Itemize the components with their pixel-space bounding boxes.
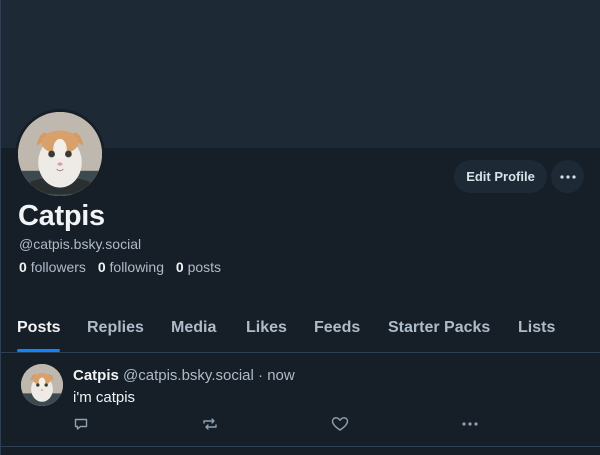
profile-handle[interactable]: @catpis.bsky.social xyxy=(19,236,141,252)
edit-profile-button[interactable]: Edit Profile xyxy=(454,160,547,193)
following-count: 0 xyxy=(97,259,106,275)
like-icon xyxy=(331,417,349,431)
reply-icon xyxy=(74,418,88,430)
post-text: i'm catpis xyxy=(73,389,136,406)
posts-count: 0 xyxy=(175,259,184,275)
post-header: Catpis @catpis.bsky.social · now xyxy=(73,367,295,384)
profile-stats: 0 followers 0 following 0 posts xyxy=(19,259,229,275)
profile-avatar[interactable] xyxy=(15,109,105,199)
post-separator: · xyxy=(258,367,264,384)
like-button[interactable] xyxy=(331,416,349,432)
cat-photo xyxy=(18,112,102,196)
posts-label: posts xyxy=(187,259,222,275)
followers-label: followers xyxy=(30,259,86,275)
posts-stat: 0 posts xyxy=(176,259,221,275)
post-more-button[interactable] xyxy=(461,416,479,432)
profile-more-button[interactable] xyxy=(551,160,584,193)
followers-count: 0 xyxy=(19,259,27,275)
cat-photo-small xyxy=(21,364,63,406)
post-timestamp[interactable]: now xyxy=(267,367,295,384)
profile-display-name: Catpis xyxy=(18,200,105,232)
tab-likes[interactable]: Likes xyxy=(246,308,287,352)
repost-icon xyxy=(203,418,217,430)
tab-feeds[interactable]: Feeds xyxy=(314,308,360,352)
post-author-avatar[interactable] xyxy=(21,364,63,406)
following-stat[interactable]: 0 following xyxy=(98,259,164,275)
followers-stat[interactable]: 0 followers xyxy=(19,259,86,275)
tab-lists[interactable]: Lists xyxy=(518,308,555,352)
tab-media[interactable]: Media xyxy=(171,308,216,352)
following-label: following xyxy=(109,259,164,275)
more-icon xyxy=(462,422,478,426)
repost-button[interactable] xyxy=(201,416,219,432)
reply-button[interactable] xyxy=(72,416,90,432)
post-author-name[interactable]: Catpis xyxy=(73,367,119,384)
tab-replies[interactable]: Replies xyxy=(87,308,144,352)
tab-starter-packs[interactable]: Starter Packs xyxy=(388,308,490,352)
ellipsis-icon xyxy=(559,174,576,179)
tab-posts[interactable]: Posts xyxy=(17,308,61,352)
post-divider xyxy=(1,446,600,447)
profile-tabs: Posts Replies Media Likes Feeds Starter … xyxy=(1,308,600,352)
post-author-handle[interactable]: @catpis.bsky.social xyxy=(123,367,254,384)
